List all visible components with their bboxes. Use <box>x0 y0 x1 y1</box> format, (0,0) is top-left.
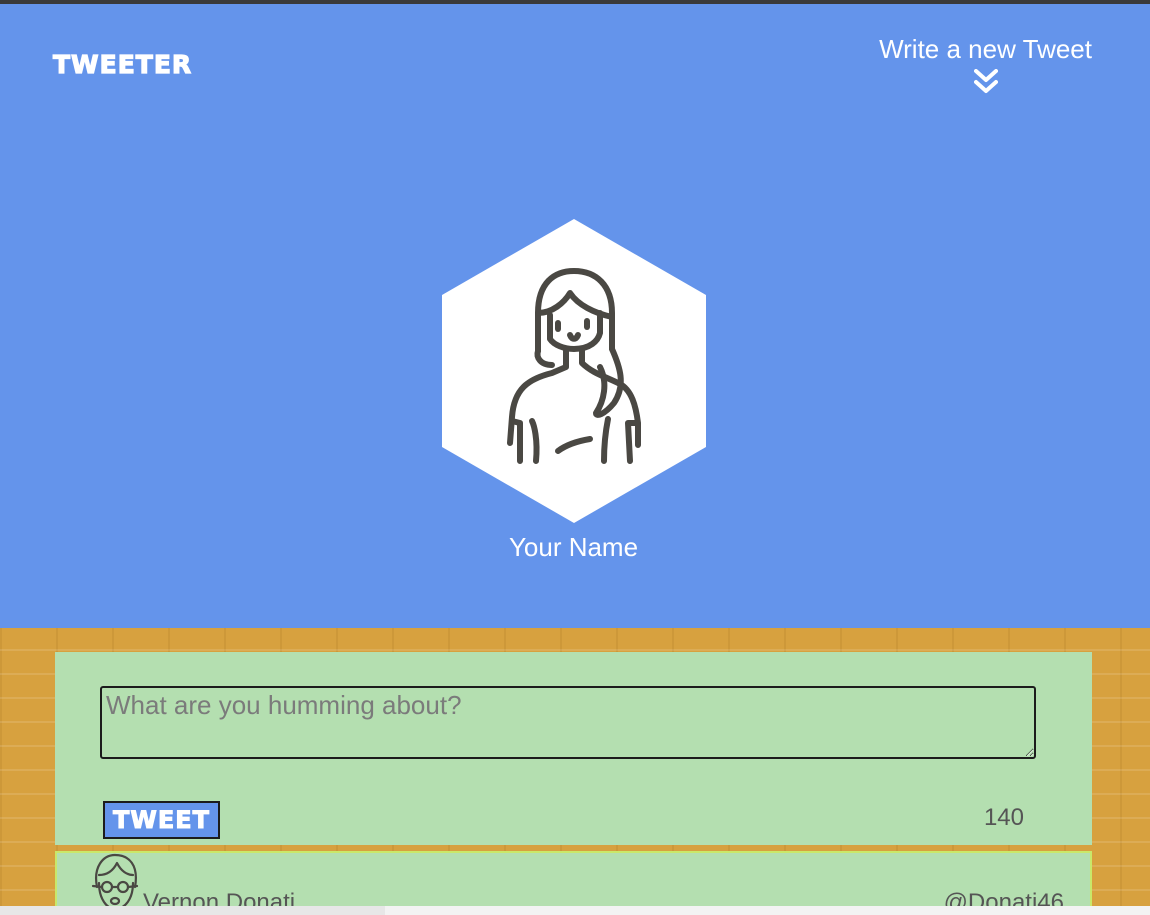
profile-avatar <box>440 217 708 525</box>
horizontal-scrollbar[interactable] <box>0 906 1150 915</box>
woman-avatar-icon <box>442 219 706 523</box>
compose-toggle-label[interactable]: Write a new Tweet <box>879 34 1092 65</box>
tweet-submit-button[interactable]: TWEET <box>103 801 220 839</box>
character-counter: 140 <box>983 804 1024 831</box>
man-with-glasses-avatar-icon <box>91 853 139 909</box>
tweet-textarea[interactable] <box>100 686 1036 759</box>
new-tweet-panel: TWEET 140 <box>55 652 1092 845</box>
compose-toggle[interactable]: Write a new Tweet <box>879 34 1092 95</box>
profile-header: TWEETER Write a new Tweet Your Name <box>0 4 1150 628</box>
brand-logo[interactable]: TWEETER <box>52 49 192 79</box>
profile-name: Your Name <box>508 532 639 562</box>
double-chevron-down-icon[interactable] <box>973 69 998 95</box>
